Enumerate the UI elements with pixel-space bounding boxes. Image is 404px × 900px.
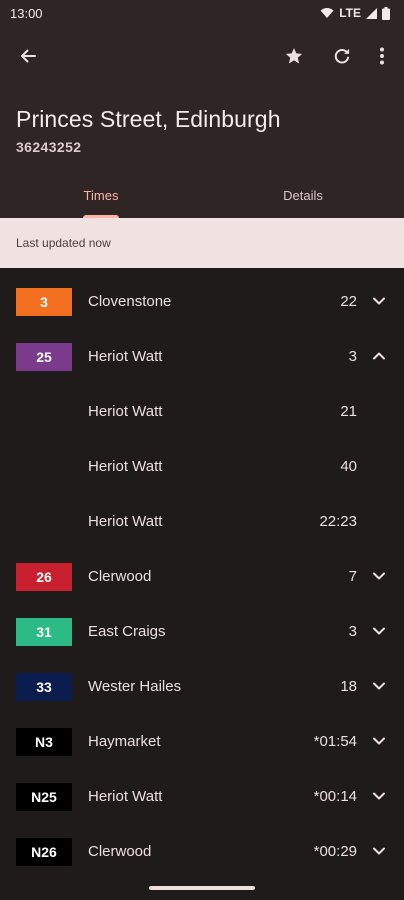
route-badge: 33 — [16, 673, 72, 701]
route-badge: N25 — [16, 783, 72, 811]
tab-details-label: Details — [283, 188, 323, 203]
departure-time: 18 — [340, 678, 357, 695]
destination-label: Clerwood — [88, 568, 152, 585]
status-bar: 13:00 LTE — [0, 0, 404, 26]
departure-subrow[interactable]: Heriot Watt 21 — [0, 384, 404, 439]
battery-icon — [382, 6, 390, 20]
status-time: 13:00 — [10, 5, 43, 21]
back-button[interactable] — [12, 40, 44, 72]
departure-time: 22:23 — [319, 513, 357, 530]
network-label: LTE — [339, 6, 361, 20]
more-vert-icon — [380, 47, 384, 65]
refresh-icon — [334, 48, 350, 64]
departure-time: 22 — [340, 293, 357, 310]
departure-row[interactable]: 33 Wester Hailes 18 — [0, 659, 404, 714]
route-badge: 31 — [16, 618, 72, 646]
tab-times[interactable]: Times — [0, 178, 202, 218]
departure-row[interactable]: 25 Heriot Watt 3 — [0, 329, 404, 384]
tab-details[interactable]: Details — [202, 178, 404, 218]
departure-time: 21 — [340, 403, 357, 420]
departure-time: 3 — [348, 623, 357, 640]
home-gesture-handle[interactable] — [149, 886, 255, 890]
tab-times-label: Times — [83, 188, 119, 203]
chevron-up-icon[interactable] — [372, 349, 386, 363]
overflow-menu-button[interactable] — [366, 40, 398, 72]
last-updated-banner: Last updated now — [0, 218, 404, 268]
destination-label: Heriot Watt — [88, 348, 163, 365]
departure-time: *00:14 — [313, 788, 357, 805]
stop-code: 36243252 — [16, 139, 82, 155]
departure-time: 3 — [348, 348, 357, 365]
departure-row[interactable]: 3 Clovenstone 22 — [0, 274, 404, 329]
departure-row[interactable]: 26 Clerwood 7 — [0, 549, 404, 604]
route-badge: N26 — [16, 838, 72, 866]
departure-time: 40 — [340, 458, 357, 475]
destination-label: Heriot Watt — [88, 513, 163, 530]
route-badge: 26 — [16, 563, 72, 591]
destination-label: Haymarket — [88, 733, 161, 750]
chevron-down-icon[interactable] — [372, 294, 386, 308]
departure-subrow[interactable]: Heriot Watt 22:23 — [0, 494, 404, 549]
departure-row[interactable]: N3 Haymarket *01:54 — [0, 714, 404, 769]
chevron-down-icon[interactable] — [372, 569, 386, 583]
wifi-icon — [320, 8, 334, 18]
chevron-down-icon[interactable] — [372, 789, 386, 803]
departure-time: *01:54 — [313, 733, 357, 750]
departure-list: 3 Clovenstone 22 25 Heriot Watt 3 Heriot Watt 2… — [0, 274, 404, 879]
departure-subrow[interactable]: Heriot Watt 40 — [0, 439, 404, 494]
departure-time: 7 — [348, 568, 357, 585]
chevron-down-icon[interactable] — [372, 624, 386, 638]
arrow-left-icon — [21, 49, 36, 63]
departure-row[interactable]: N25 Heriot Watt *00:14 — [0, 769, 404, 824]
last-updated-text: Last updated now — [16, 236, 111, 250]
chevron-down-icon[interactable] — [372, 844, 386, 858]
route-badge: 3 — [16, 288, 72, 316]
page-title: Princes Street, Edinburgh — [16, 106, 281, 132]
chevron-down-icon[interactable] — [372, 679, 386, 693]
destination-label: Heriot Watt — [88, 788, 163, 805]
app-bar: Princes Street, Edinburgh 36243252 Times… — [0, 26, 404, 218]
navigation-bar — [0, 876, 404, 900]
departure-row[interactable]: 31 East Craigs 3 — [0, 604, 404, 659]
star-icon — [285, 48, 303, 64]
destination-label: Heriot Watt — [88, 458, 163, 475]
signal-icon — [366, 7, 377, 19]
departure-row[interactable]: N26 Clerwood *00:29 — [0, 824, 404, 879]
destination-label: Wester Hailes — [88, 678, 182, 695]
destination-label: Clovenstone — [88, 293, 172, 310]
destination-label: East Craigs — [88, 623, 166, 640]
route-badge: N3 — [16, 728, 72, 756]
refresh-button[interactable] — [326, 40, 358, 72]
departure-time: *00:29 — [313, 843, 357, 860]
tab-bar: Times Details — [0, 178, 404, 218]
chevron-down-icon[interactable] — [372, 734, 386, 748]
destination-label: Heriot Watt — [88, 403, 163, 420]
route-badge: 25 — [16, 343, 72, 371]
favourite-button[interactable] — [278, 40, 310, 72]
destination-label: Clerwood — [88, 843, 152, 860]
